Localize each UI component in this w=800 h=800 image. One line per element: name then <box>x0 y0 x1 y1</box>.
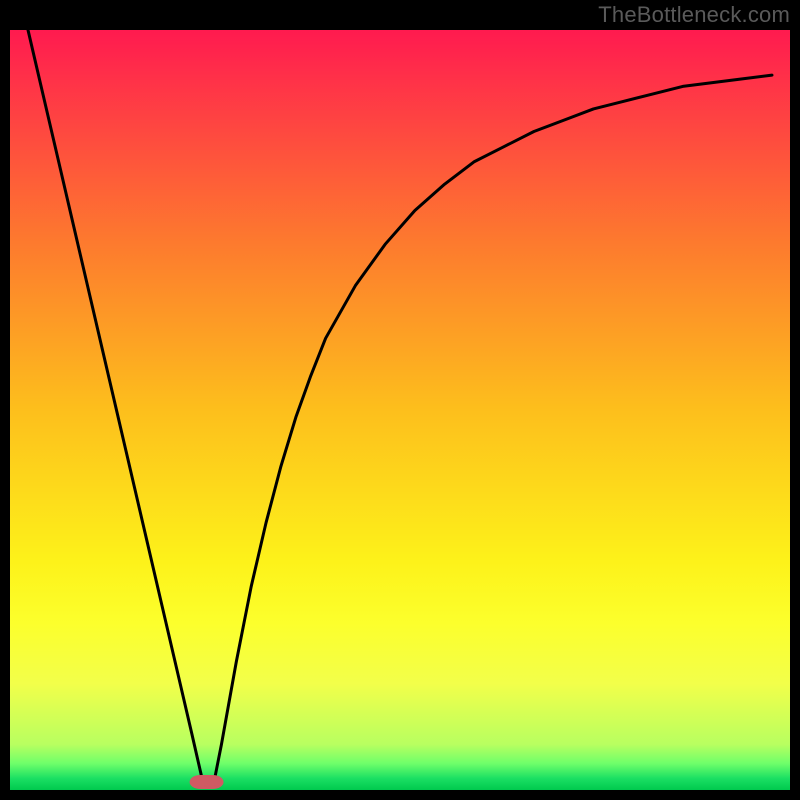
chart-frame: TheBottleneck.com <box>0 0 800 800</box>
minimum-marker <box>190 775 224 789</box>
attribution-label: TheBottleneck.com <box>598 2 790 28</box>
bottleneck-chart <box>0 0 800 800</box>
plot-background <box>10 30 790 790</box>
